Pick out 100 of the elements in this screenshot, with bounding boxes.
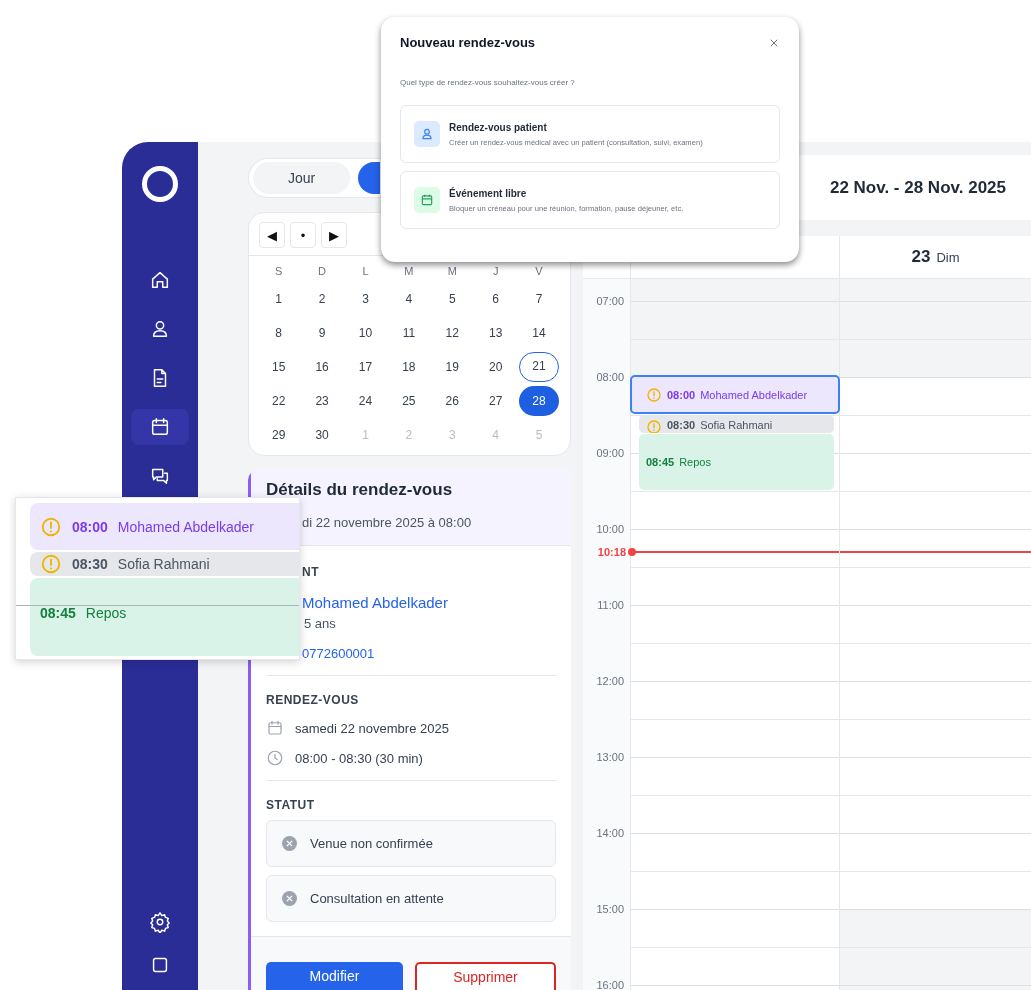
event-block[interactable]: 08:30 Sofia Rahmani bbox=[639, 415, 834, 433]
calendar-day[interactable]: 15 bbox=[258, 352, 299, 382]
sidebar-item[interactable] bbox=[131, 409, 189, 445]
appointment-time: 08:00 - 08:30 (30 min) bbox=[295, 750, 423, 766]
week-range: 22 Nov. - 28 Nov. 2025 bbox=[829, 177, 1006, 198]
event-time: 08:45 bbox=[646, 456, 675, 468]
hour-label: 15:00 bbox=[596, 903, 624, 915]
weekday-label: M bbox=[446, 264, 458, 279]
hour-label: 13:00 bbox=[596, 751, 624, 763]
nav-button[interactable]: ◀ bbox=[259, 222, 285, 248]
event-time: 08:30 bbox=[667, 419, 696, 431]
logo-ring bbox=[142, 166, 178, 202]
weekday-label: V bbox=[534, 264, 544, 279]
hour-label: 08:00 bbox=[596, 371, 624, 383]
event-time: 08:45 bbox=[40, 605, 76, 621]
nav-button[interactable]: ▶ bbox=[321, 222, 347, 248]
hour-label: 16:00 bbox=[596, 979, 624, 990]
day-name: Dim bbox=[936, 249, 960, 265]
dialog-title: Nouveau rendez-vous bbox=[400, 35, 536, 50]
phone-link[interactable]: 0772600001 bbox=[302, 646, 375, 661]
warning-icon bbox=[40, 515, 62, 538]
weekday-label: L bbox=[361, 264, 370, 279]
calendar-day[interactable]: 23 bbox=[302, 386, 343, 416]
weekday-label: J bbox=[491, 264, 500, 279]
warning-icon bbox=[40, 553, 62, 575]
day-number: 23 bbox=[911, 247, 931, 267]
view-tab[interactable]: Jour bbox=[253, 162, 350, 194]
weekday-label: S bbox=[274, 264, 284, 279]
event-time: 08:00 bbox=[667, 388, 696, 401]
calendar-day[interactable]: 4 bbox=[388, 284, 429, 314]
calendar-day[interactable]: 6 bbox=[475, 284, 516, 314]
dialog-question: Quel type de rendez-vous souhaitez-vous créer ? bbox=[400, 78, 576, 87]
calendar-icon bbox=[414, 187, 440, 213]
details-title: Détails du rendez-vous bbox=[266, 480, 454, 500]
settings-icon bbox=[149, 911, 171, 933]
event-title: Sofia Rahmani bbox=[117, 556, 210, 572]
calendar-icon bbox=[149, 416, 171, 438]
event-block[interactable]: 08:00 Mohamed Abdelkader bbox=[630, 375, 840, 414]
status-item[interactable]: Venue non confirmée bbox=[266, 820, 556, 867]
calendar-day[interactable]: 19 bbox=[432, 352, 473, 382]
cross-icon bbox=[282, 891, 297, 906]
calendar-day[interactable]: 7 bbox=[519, 284, 560, 314]
calendar-day[interactable]: 20 bbox=[475, 352, 516, 382]
view-tab[interactable] bbox=[358, 162, 380, 194]
calendar-day[interactable]: 18 bbox=[388, 352, 429, 382]
nav-button[interactable]: • bbox=[290, 222, 316, 248]
user-icon bbox=[414, 121, 440, 147]
edit-button[interactable]: Modifier bbox=[266, 962, 403, 990]
clock-icon bbox=[266, 749, 284, 767]
calendar-day[interactable]: 2 bbox=[302, 284, 343, 314]
calendar-day[interactable]: 25 bbox=[388, 386, 429, 416]
event-title: Repos bbox=[679, 456, 711, 468]
event-title: Repos bbox=[85, 605, 127, 621]
cross-icon bbox=[282, 836, 297, 851]
calendar-day[interactable]: 26 bbox=[432, 386, 473, 416]
calendar-day[interactable]: 29 bbox=[258, 420, 299, 450]
current-time-label: 10:18 bbox=[597, 545, 626, 558]
calendar-day[interactable]: 10 bbox=[345, 318, 386, 348]
calendar-day[interactable]: 30 bbox=[302, 420, 343, 450]
status-item[interactable]: Consultation en attente bbox=[266, 875, 556, 922]
appointment-date: samedi 22 novembre 2025 bbox=[295, 720, 449, 736]
section-label: NT bbox=[302, 565, 319, 579]
hour-label: 14:00 bbox=[596, 827, 624, 839]
calendar-day[interactable]: 8 bbox=[258, 318, 299, 348]
calendar-day[interactable]: 28 bbox=[519, 386, 560, 416]
warning-icon bbox=[646, 419, 662, 433]
calendar-day[interactable]: 5 bbox=[432, 284, 473, 314]
calendar-day[interactable]: 27 bbox=[475, 386, 516, 416]
home-icon bbox=[149, 269, 171, 291]
event-title: Mohamed Abdelkader bbox=[117, 518, 254, 535]
event-time: 08:00 bbox=[72, 518, 108, 535]
section-label: STATUT bbox=[266, 798, 316, 812]
event-time: 08:30 bbox=[72, 556, 108, 572]
calendar-day[interactable]: 17 bbox=[345, 352, 386, 382]
calendar-icon bbox=[266, 719, 284, 737]
event-block[interactable]: 08:45 Repos bbox=[639, 434, 834, 490]
calendar-day[interactable]: 16 bbox=[302, 352, 343, 382]
hour-label: 07:00 bbox=[596, 295, 624, 307]
calendar-day[interactable]: 24 bbox=[345, 386, 386, 416]
calendar-day[interactable]: 11 bbox=[388, 318, 429, 348]
calendar-day[interactable]: 12 bbox=[432, 318, 473, 348]
warning-icon bbox=[646, 386, 662, 403]
section-label: RENDEZ-VOUS bbox=[266, 693, 360, 707]
hour-label: 11:00 bbox=[597, 599, 624, 611]
calendar-day[interactable]: 3 bbox=[345, 284, 386, 314]
patient-name[interactable]: Mohamed Abdelkader bbox=[302, 594, 448, 611]
calendar-day[interactable]: 13 bbox=[475, 318, 516, 348]
option-title: Rendez-vous patient bbox=[449, 121, 548, 133]
calendar-day[interactable]: 14 bbox=[519, 318, 560, 348]
calendar-day[interactable]: 1 bbox=[258, 284, 299, 314]
option-title: Événement libre bbox=[449, 187, 528, 199]
weekday-label: D bbox=[317, 264, 328, 279]
delete-button[interactable]: Supprimer bbox=[415, 962, 556, 990]
event-title: Sofia Rahmani bbox=[700, 419, 773, 431]
weekday-label: M bbox=[403, 264, 415, 279]
hour-label: 10:00 bbox=[596, 523, 624, 535]
patient-age: 5 ans bbox=[304, 616, 336, 631]
hour-label: 12:00 bbox=[596, 675, 624, 687]
calendar-day[interactable]: 9 bbox=[302, 318, 343, 348]
calendar-day[interactable]: 22 bbox=[258, 386, 299, 416]
